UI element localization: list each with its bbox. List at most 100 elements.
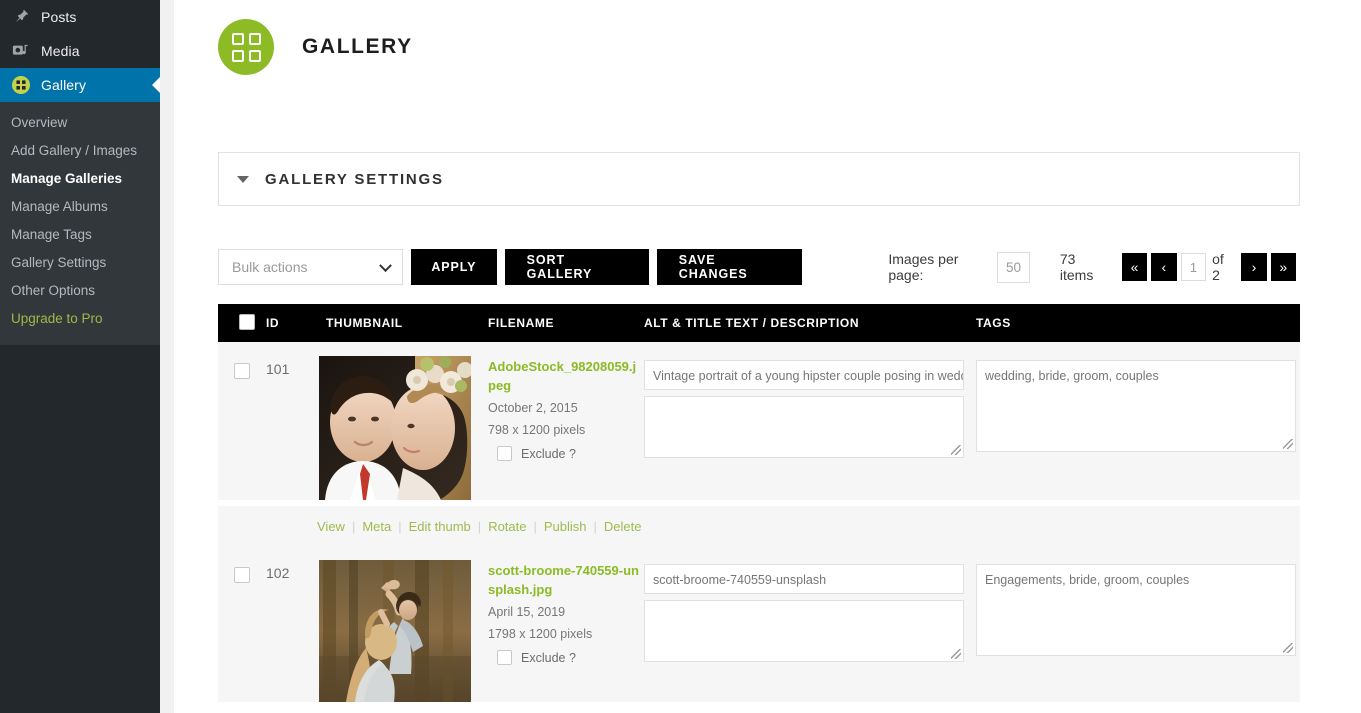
total-pages-label: of 2 [1212,251,1224,283]
row-alt-description-cell: Vintage portrait of a young hipster coup… [642,356,972,500]
table-header-row: ID THUMBNAIL FILENAME ALT & TITLE TEXT /… [218,304,1300,342]
sidebar-top-menu: Posts Media Gallery [0,0,161,102]
row-action-meta[interactable]: Meta [355,519,398,534]
sidebar-item-posts[interactable]: Posts [0,0,160,34]
row-action-rotate[interactable]: Rotate [481,519,533,534]
row-select-checkbox[interactable] [218,356,262,500]
chevron-down-icon [379,259,392,273]
sidebar-item-add-gallery-images[interactable]: Add Gallery / Images [0,137,160,165]
resize-grip-icon[interactable] [1283,643,1293,653]
main-content: GALLERY GALLERY SETTINGS Bulk actions AP… [160,0,1361,713]
current-page-input[interactable]: 1 [1180,253,1207,281]
sidebar-item-other-options[interactable]: Other Options [0,277,160,305]
wedding-couple-thumbnail[interactable] [319,356,471,500]
row-tags-cell: Engagements, bride, groom, couples [972,560,1300,702]
sidebar-item-manage-albums[interactable]: Manage Albums [0,193,160,221]
row-date: October 2, 2015 [488,401,578,415]
row-action-view[interactable]: View [317,519,352,534]
items-count: 73 items [1059,251,1094,283]
sidebar-item-label: Gallery [41,77,87,93]
sidebar-item-manage-galleries[interactable]: Manage Galleries [0,165,160,193]
page-header: GALLERY [160,0,1361,78]
content-gutter [160,0,174,713]
row-dimensions: 1798 x 1200 pixels [488,627,593,641]
media-icon [11,41,31,61]
row-date: April 15, 2019 [488,605,566,619]
exclude-label: Exclude ? [521,650,576,665]
select-all-checkbox[interactable] [218,313,262,333]
exclude-checkbox[interactable] [497,650,512,665]
resize-grip-icon[interactable] [951,445,961,455]
sidebar-item-manage-tags[interactable]: Manage Tags [0,221,160,249]
gallery-settings-title: GALLERY SETTINGS [265,170,444,188]
bulk-actions-value: Bulk actions [232,259,308,275]
sidebar-item-label: Media [41,43,80,59]
table-toolbar: Bulk actions APPLY SORT GALLERY SAVE CHA… [218,249,1300,285]
row-action-delete[interactable]: Delete [597,519,649,534]
description-textarea[interactable] [644,396,964,458]
resize-grip-icon[interactable] [951,649,961,659]
column-header-thumbnail[interactable]: THUMBNAIL [318,316,480,330]
row-file-details: AdobeStock_98208059.jpeg October 2, 2015… [480,356,642,500]
images-per-page-label: Images per page: [888,251,959,283]
pin-icon [11,7,31,27]
last-page-button[interactable]: » [1270,253,1296,281]
tags-textarea[interactable]: wedding, bride, groom, couples [976,360,1296,452]
sidebar-item-upgrade-to-pro[interactable]: Upgrade to Pro [0,305,160,333]
sidebar-submenu: Overview Add Gallery / Images Manage Gal… [0,102,160,345]
column-header-tags[interactable]: TAGS [972,316,1300,330]
row-exclude-toggle[interactable]: Exclude ? [488,446,642,461]
column-header-filename[interactable]: FILENAME [480,316,642,330]
sidebar-item-overview[interactable]: Overview [0,109,160,137]
dancing-couple-forest-thumbnail[interactable] [319,560,471,702]
table-row: 101 AdobeStock_98208059.jpeg October 2, … [218,342,1300,506]
exclude-checkbox[interactable] [497,446,512,461]
admin-sidebar: Posts Media Gallery Overview Add Gallery… [0,0,161,713]
row-exclude-toggle[interactable]: Exclude ? [488,650,642,665]
content-area: GALLERY SETTINGS Bulk actions APPLY SORT… [160,152,1361,702]
bulk-actions-select[interactable]: Bulk actions [218,249,404,285]
table-row: 102 scott-broome-740559-unsplash.jpg Apr… [218,546,1300,702]
resize-grip-icon[interactable] [1283,439,1293,449]
images-per-page-input[interactable]: 50 [997,251,1030,283]
pagination-controls: Images per page: 50 73 items « ‹ 1 of 2 … [888,251,1300,283]
first-page-button[interactable]: « [1121,253,1148,281]
tags-textarea[interactable]: Engagements, bride, groom, couples [976,564,1296,656]
gallery-grid-icon [218,19,274,75]
gallery-grid-icon [11,75,31,95]
row-filename-link[interactable]: AdobeStock_98208059.jpeg [488,359,636,393]
page-title: GALLERY [302,35,413,58]
row-action-publish[interactable]: Publish [537,519,594,534]
row-thumbnail[interactable] [318,560,480,702]
admin-page: Posts Media Gallery Overview Add Gallery… [0,0,1361,713]
prev-page-button[interactable]: ‹ [1151,253,1177,281]
sort-gallery-button[interactable]: SORT GALLERY [504,249,649,285]
row-file-details: scott-broome-740559-unsplash.jpg April 1… [480,560,642,702]
row-filename-link[interactable]: scott-broome-740559-unsplash.jpg [488,563,639,597]
row-id: 101 [266,361,290,377]
alt-title-text-input[interactable]: scott-broome-740559-unsplash [644,564,964,594]
row-action-edit-thumb[interactable]: Edit thumb [402,519,478,534]
exclude-label: Exclude ? [521,446,576,461]
row-select-checkbox[interactable] [218,560,262,702]
sidebar-item-gallery-settings[interactable]: Gallery Settings [0,249,160,277]
column-header-id[interactable]: ID [262,316,318,330]
sidebar-item-label: Posts [41,9,77,25]
row-alt-description-cell: scott-broome-740559-unsplash [642,560,972,702]
sidebar-item-gallery[interactable]: Gallery [0,68,161,102]
row-actions: View | Meta | Edit thumb | Rotate | Publish |… [218,506,1300,546]
row-id: 102 [266,565,290,581]
apply-button[interactable]: APPLY [411,249,497,285]
caret-down-icon[interactable] [237,175,249,183]
sidebar-item-media[interactable]: Media [0,34,160,68]
images-table: ID THUMBNAIL FILENAME ALT & TITLE TEXT /… [218,304,1300,702]
description-textarea[interactable] [644,600,964,662]
next-page-button[interactable]: › [1241,253,1267,281]
save-changes-button[interactable]: SAVE CHANGES [656,249,803,285]
gallery-settings-panel[interactable]: GALLERY SETTINGS [218,152,1300,206]
row-thumbnail[interactable] [318,356,480,500]
row-dimensions: 798 x 1200 pixels [488,423,586,437]
alt-title-text-input[interactable]: Vintage portrait of a young hipster coup… [644,360,964,390]
column-header-alt-title-description[interactable]: ALT & TITLE TEXT / DESCRIPTION [642,316,972,330]
row-tags-cell: wedding, bride, groom, couples [972,356,1300,500]
